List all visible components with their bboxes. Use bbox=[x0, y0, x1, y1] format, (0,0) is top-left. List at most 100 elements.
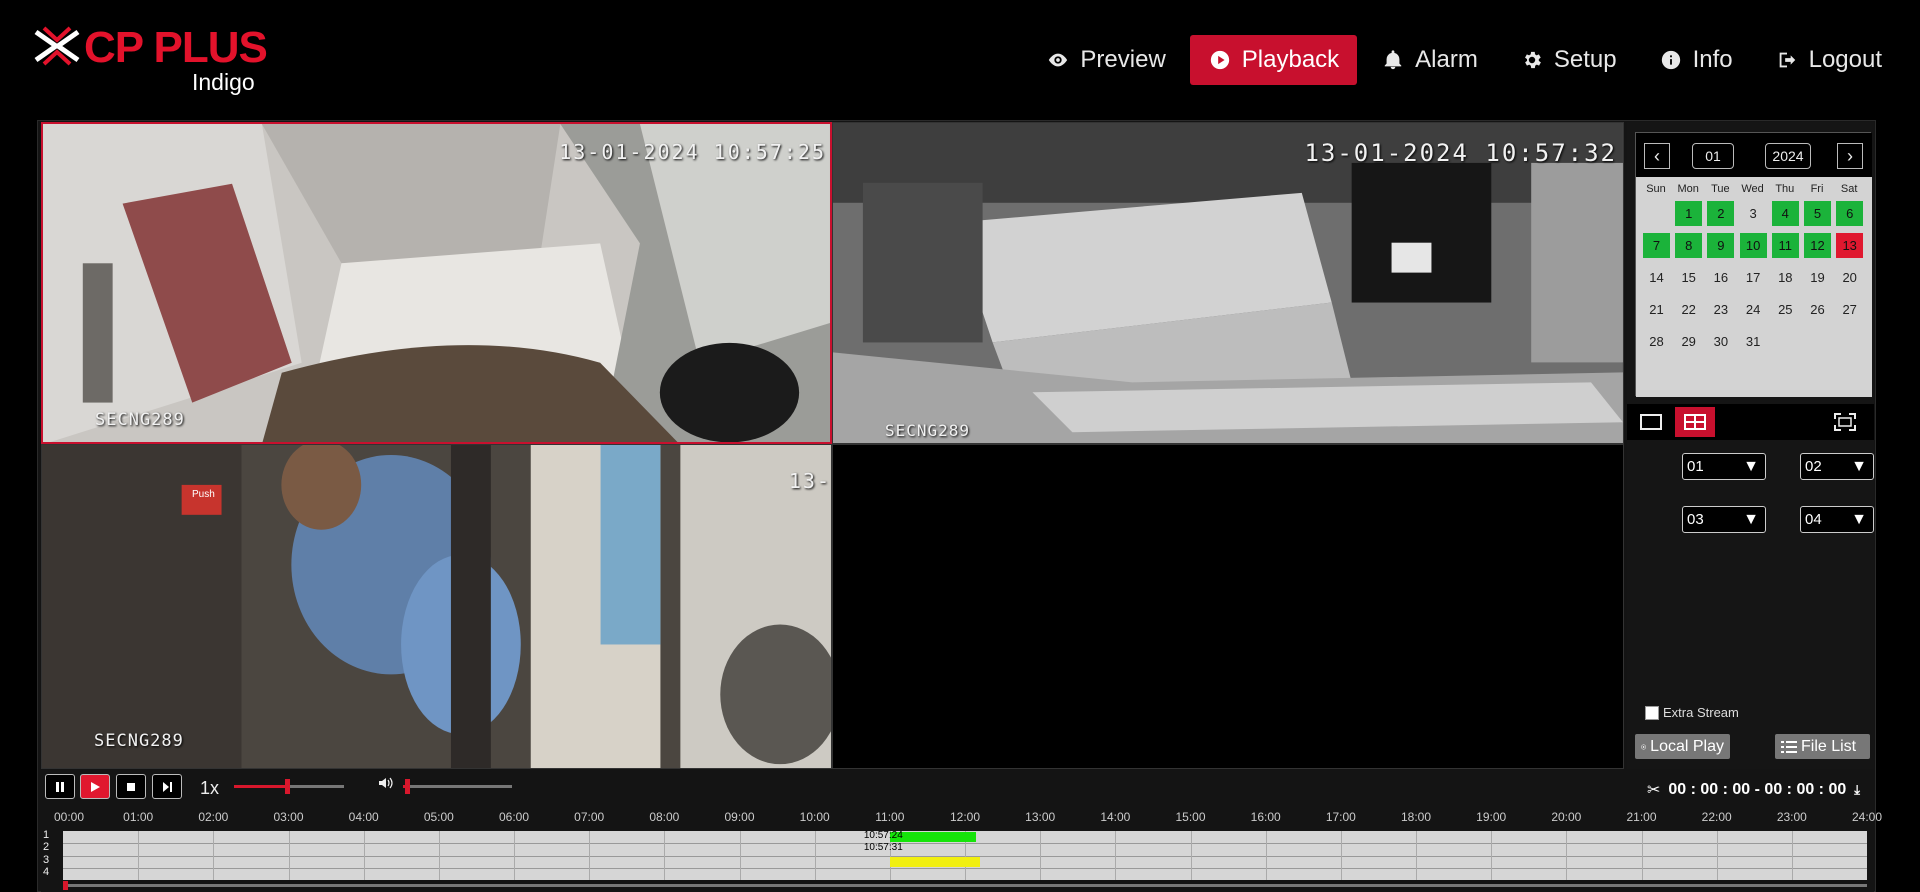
top-bar: CP PLUS Indigo Preview Playback Alarm Se… bbox=[0, 0, 1920, 118]
camera-3-timestamp: 13- bbox=[788, 469, 831, 493]
calendar-day[interactable]: 10 bbox=[1739, 233, 1767, 258]
step-forward-icon bbox=[163, 781, 172, 792]
calendar-day[interactable]: 28 bbox=[1643, 329, 1670, 354]
calendar-day[interactable]: 25 bbox=[1772, 297, 1799, 322]
local-play-label: Local Play bbox=[1650, 737, 1724, 755]
hour-gridline bbox=[213, 831, 215, 880]
video-grid: 13-01-2024 10:57:25 SECNG289 13-01-2024 … bbox=[41, 122, 1624, 769]
quad-view-icon bbox=[1684, 414, 1706, 430]
download-icon[interactable]: ⤓ bbox=[1854, 782, 1860, 798]
volume-icon[interactable] bbox=[378, 776, 394, 790]
push-sign: Push bbox=[192, 489, 215, 500]
nav-info[interactable]: Info bbox=[1641, 35, 1751, 85]
pause-button[interactable] bbox=[45, 774, 75, 799]
camera-1-image bbox=[43, 124, 830, 442]
calendar-day[interactable]: 2 bbox=[1707, 201, 1735, 226]
video-tile-1[interactable]: 13-01-2024 10:57:25 SECNG289 bbox=[41, 122, 832, 444]
calendar-day[interactable]: 5 bbox=[1804, 201, 1831, 226]
quad-view-button[interactable] bbox=[1675, 407, 1715, 437]
calendar-day[interactable]: 31 bbox=[1740, 329, 1767, 354]
calendar-day[interactable]: 8 bbox=[1675, 233, 1703, 258]
brand-name: CP PLUS bbox=[84, 23, 268, 72]
calendar-day[interactable]: 23 bbox=[1707, 297, 1734, 322]
recording-segment[interactable] bbox=[889, 856, 981, 867]
playback-slider-fill bbox=[234, 785, 287, 788]
video-tile-3[interactable]: 13- SECNG289 Push bbox=[41, 444, 832, 769]
channel-select-3[interactable]: 03 ▼ bbox=[1682, 506, 1766, 533]
calendar-day[interactable]: 11 bbox=[1771, 233, 1799, 258]
calendar-header: ‹ 01 2024 › bbox=[1636, 133, 1872, 177]
calendar-day[interactable]: 19 bbox=[1804, 265, 1831, 290]
calendar-day[interactable]: 29 bbox=[1675, 329, 1702, 354]
calendar-day[interactable]: 21 bbox=[1643, 297, 1670, 322]
calendar-day[interactable]: 7 bbox=[1643, 233, 1670, 258]
hour-gridline bbox=[739, 831, 741, 880]
timeline-scroll-track[interactable] bbox=[63, 884, 1867, 887]
stop-button[interactable] bbox=[116, 774, 146, 799]
volume-slider-handle[interactable] bbox=[405, 779, 411, 794]
brand-logo: CP PLUS Indigo bbox=[34, 24, 274, 96]
calendar-day[interactable]: 3 bbox=[1740, 201, 1767, 226]
calendar-day[interactable]: 24 bbox=[1740, 297, 1767, 322]
channel-select-1-value: 01 bbox=[1687, 458, 1704, 475]
calendar-day[interactable]: 26 bbox=[1804, 297, 1831, 322]
local-play-button[interactable]: Local Play bbox=[1635, 734, 1730, 759]
calendar-day[interactable]: 9 bbox=[1707, 233, 1735, 258]
month-field[interactable]: 01 bbox=[1692, 143, 1734, 169]
info-icon bbox=[1659, 48, 1683, 72]
volume-slider[interactable] bbox=[403, 779, 512, 794]
camera-1-timestamp: 13-01-2024 10:57:25 bbox=[559, 140, 826, 164]
video-tile-4-empty[interactable] bbox=[832, 444, 1624, 769]
extra-stream-checkbox[interactable] bbox=[1645, 705, 1659, 720]
nav-logout[interactable]: Logout bbox=[1757, 35, 1900, 85]
play-button[interactable] bbox=[80, 774, 110, 799]
nav-alarm[interactable]: Alarm bbox=[1363, 35, 1496, 85]
file-list-label: File List bbox=[1801, 737, 1857, 755]
hour-label: 15:00 bbox=[1175, 810, 1206, 824]
calendar-day[interactable]: 18 bbox=[1772, 265, 1799, 290]
pause-icon bbox=[56, 781, 64, 792]
calendar-day[interactable]: 27 bbox=[1836, 297, 1863, 322]
camera-2-image bbox=[833, 123, 1623, 443]
timeline-tracks[interactable]: 10:57:24 10:57:31 bbox=[63, 830, 1867, 880]
calendar-day[interactable]: 4 bbox=[1771, 201, 1799, 226]
channel-select-1[interactable]: 01 ▼ bbox=[1682, 453, 1766, 480]
nav-playback[interactable]: Playback bbox=[1189, 35, 1358, 85]
timeline-scroll-handle[interactable] bbox=[63, 881, 68, 890]
calendar-day[interactable]: 20 bbox=[1836, 265, 1863, 290]
nav-setup[interactable]: Setup bbox=[1502, 35, 1635, 85]
channel-select-2[interactable]: 02 ▼ bbox=[1800, 453, 1874, 480]
calendar-day[interactable]: 30 bbox=[1707, 329, 1734, 354]
next-month-button[interactable]: › bbox=[1837, 143, 1863, 169]
calendar-day[interactable]: 14 bbox=[1643, 265, 1670, 290]
playback-slider[interactable] bbox=[234, 779, 344, 794]
nav-preview[interactable]: Preview bbox=[1028, 35, 1183, 85]
calendar-day[interactable]: 15 bbox=[1675, 265, 1702, 290]
single-view-button[interactable] bbox=[1635, 407, 1667, 437]
file-list-button[interactable]: File List bbox=[1775, 734, 1870, 759]
hour-label: 12:00 bbox=[949, 810, 981, 824]
calendar-day[interactable]: 6 bbox=[1836, 201, 1864, 226]
hour-gridline bbox=[1791, 831, 1793, 880]
calendar-day[interactable]: 1 bbox=[1675, 201, 1703, 226]
year-field[interactable]: 2024 bbox=[1765, 143, 1811, 169]
hour-gridline bbox=[1491, 831, 1493, 880]
video-tile-2[interactable]: 13-01-2024 10:57:32 SECNG289 bbox=[832, 122, 1624, 444]
calendar-day[interactable]: 17 bbox=[1740, 265, 1767, 290]
calendar-day[interactable]: 13 bbox=[1836, 233, 1864, 258]
scissors-icon[interactable]: ✂ bbox=[1647, 780, 1660, 800]
calendar-grid: Sun Mon Tue Wed Thu Fri Sat 1 2 3 4 5 6 7 8 9 10 11 12 13 14… bbox=[1636, 177, 1872, 397]
calendar-day[interactable]: 22 bbox=[1675, 297, 1702, 322]
calendar-day[interactable]: 12 bbox=[1804, 233, 1831, 258]
calendar-day[interactable]: 16 bbox=[1707, 265, 1734, 290]
prev-month-button[interactable]: ‹ bbox=[1644, 143, 1670, 169]
weekday-label: Sat bbox=[1840, 183, 1858, 195]
playback-slider-handle[interactable] bbox=[284, 779, 290, 794]
next-frame-button[interactable] bbox=[152, 774, 182, 799]
nav-logout-label: Logout bbox=[1808, 46, 1882, 73]
channel-select-4[interactable]: 04 ▼ bbox=[1800, 506, 1874, 533]
extra-stream-option[interactable]: Extra Stream bbox=[1645, 705, 1739, 720]
fullscreen-button[interactable] bbox=[1829, 407, 1861, 437]
nav-preview-label: Preview bbox=[1080, 46, 1166, 73]
calendar: ‹ 01 2024 › Sun Mon Tue Wed Thu Fri Sat 1 2 3 4 5 6 7… bbox=[1635, 132, 1872, 397]
